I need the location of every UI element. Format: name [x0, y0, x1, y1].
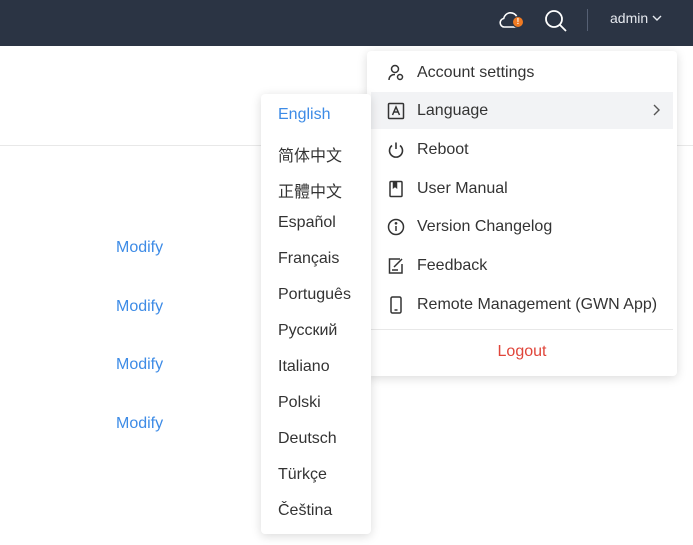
language-icon: [387, 102, 405, 119]
menu-item-label: Reboot: [417, 140, 469, 158]
language-option-simplified-chinese[interactable]: 简体中文: [278, 142, 342, 166]
cloud-alert-badge: !: [512, 16, 524, 28]
account-menu: Account settings Language Reboot User Ma…: [367, 51, 677, 376]
mobile-icon: [390, 295, 402, 314]
language-option-turkish[interactable]: Türkçe: [278, 466, 327, 484]
chevron-down-icon: [652, 15, 662, 21]
header-divider: [587, 9, 588, 31]
top-bar: ! admin: [0, 0, 693, 46]
language-option-italian[interactable]: Italiano: [278, 358, 330, 376]
menu-item-label: Version Changelog: [417, 217, 553, 235]
language-option-english[interactable]: English: [278, 106, 330, 124]
book-icon: [389, 180, 403, 197]
modify-link[interactable]: Modify: [116, 239, 163, 257]
power-icon: [388, 142, 404, 158]
menu-item-label: Remote Management (GWN App): [417, 295, 658, 313]
language-option-traditional-chinese[interactable]: 正體中文: [278, 178, 342, 202]
feedback-icon: [388, 257, 403, 274]
menu-item-feedback[interactable]: Feedback: [371, 247, 673, 284]
modify-link[interactable]: Modify: [116, 298, 163, 316]
menu-item-account-settings[interactable]: Account settings: [371, 54, 673, 91]
menu-item-language[interactable]: Language: [371, 92, 673, 129]
info-icon: [387, 218, 405, 235]
menu-item-user-manual[interactable]: User Manual: [371, 170, 673, 207]
user-gear-icon: [388, 64, 404, 80]
chevron-right-icon: [653, 104, 660, 116]
menu-item-label: Language: [417, 101, 489, 119]
modify-link[interactable]: Modify: [116, 415, 163, 433]
search-icon[interactable]: [543, 8, 569, 34]
language-option-german[interactable]: Deutsch: [278, 430, 337, 448]
menu-divider: [371, 329, 673, 330]
modify-link[interactable]: Modify: [116, 356, 163, 374]
user-menu-button[interactable]: admin: [610, 10, 662, 26]
menu-item-version-changelog[interactable]: Version Changelog: [371, 208, 673, 245]
language-option-russian[interactable]: Русский: [278, 322, 337, 340]
language-option-polish[interactable]: Polski: [278, 394, 321, 412]
language-option-portuguese[interactable]: Português: [278, 286, 351, 304]
language-submenu: English 简体中文 正體中文 Español Français Portu…: [261, 94, 371, 534]
language-option-french[interactable]: Français: [278, 250, 339, 268]
menu-item-label: User Manual: [417, 179, 508, 197]
language-option-czech[interactable]: Čeština: [278, 502, 332, 520]
menu-item-reboot[interactable]: Reboot: [371, 131, 673, 168]
menu-item-label: Feedback: [417, 256, 488, 274]
logout-button[interactable]: Logout: [367, 343, 677, 361]
menu-item-remote-management[interactable]: Remote Management (GWN App): [371, 286, 673, 323]
menu-item-label: Account settings: [417, 63, 535, 81]
user-name: admin: [610, 10, 649, 26]
language-option-spanish[interactable]: Español: [278, 214, 336, 232]
